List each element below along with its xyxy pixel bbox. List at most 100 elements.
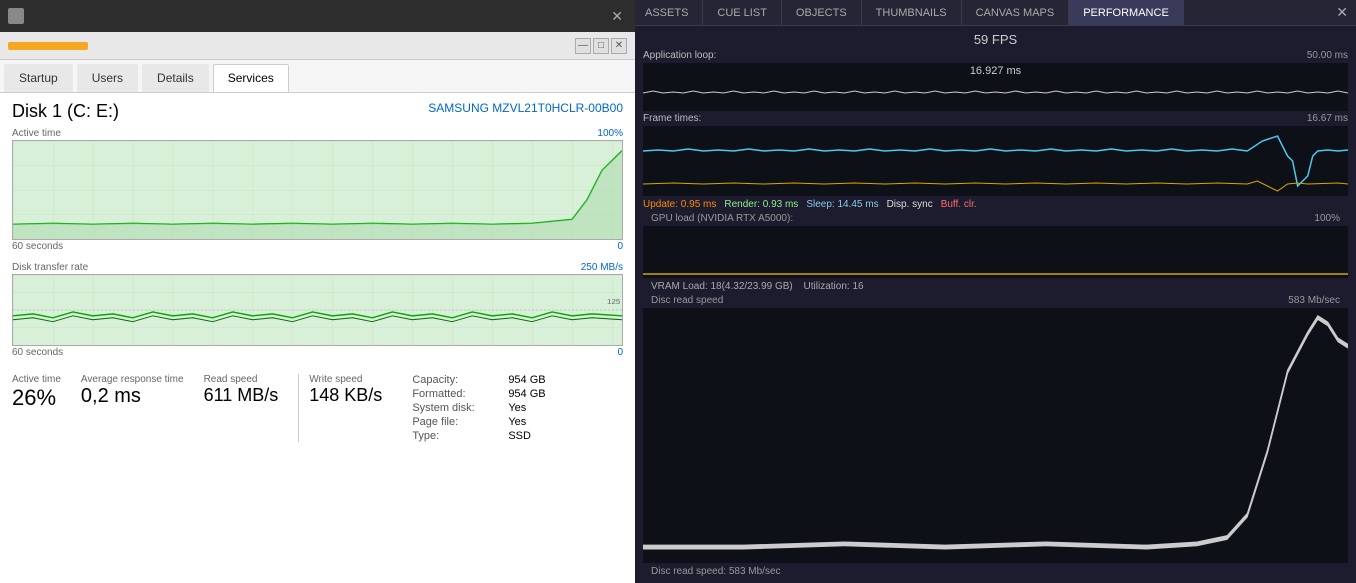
minimize-button[interactable]: — xyxy=(575,38,591,54)
type-row: Type: SSD xyxy=(412,430,545,442)
fps-display: 59 FPS xyxy=(635,30,1356,49)
avg-resp-value: 0,2 ms xyxy=(81,385,184,408)
right-panel-close[interactable]: ✕ xyxy=(1328,0,1356,25)
top-bar: — □ ✕ xyxy=(0,32,635,60)
app-loop-chart: 16.927 ms xyxy=(643,63,1348,111)
type-val: SSD xyxy=(508,430,531,442)
speed-divider xyxy=(298,374,299,442)
active-time-stat-label: Active time xyxy=(12,374,61,385)
timing-update: Update: 0.95 ms xyxy=(643,199,716,210)
active-time-chart xyxy=(12,140,623,240)
disc-section: Disc read speed 583 Mb/sec Disc read spe… xyxy=(635,294,1356,579)
svg-text:125 MB/s: 125 MB/s xyxy=(607,297,622,306)
transfer-rate-section: Disk transfer rate 250 MB/s xyxy=(12,262,623,364)
app-icon xyxy=(8,8,24,24)
timing-disp: Disp. sync xyxy=(887,199,933,210)
frame-times-chart xyxy=(643,126,1348,196)
vram-util: Utilization: 16 xyxy=(804,281,864,292)
disk-content: Disk 1 (C: E:) SAMSUNG MZVL21T0HCLR-00B0… xyxy=(0,93,635,583)
tab-objects[interactable]: OBJECTS xyxy=(782,0,862,25)
timing-sleep: Sleep: 14.45 ms xyxy=(806,199,878,210)
timing-buff: Buff. clr. xyxy=(941,199,977,210)
tab-cue-list[interactable]: CUE LIST xyxy=(703,0,782,25)
gpu-section: GPU load (NVIDIA RTX A5000): 100% xyxy=(635,212,1356,279)
active-time-label: Active time xyxy=(12,128,61,139)
stats-row: Active time 26% Average response time 0,… xyxy=(12,374,623,442)
transfer-label: Disk transfer rate xyxy=(12,262,88,273)
window-titlebar: ✕ xyxy=(0,0,635,32)
read-speed-label: Read speed xyxy=(204,374,279,385)
page-file-key: Page file: xyxy=(412,416,502,428)
active-time-range: 60 seconds xyxy=(12,241,63,252)
app-loop-right: 50.00 ms xyxy=(1307,50,1348,61)
active-time-stat-value: 26% xyxy=(12,385,61,411)
close-button[interactable]: ✕ xyxy=(611,38,627,54)
formatted-key: Formatted: xyxy=(412,388,502,400)
avg-resp-label: Average response time xyxy=(81,374,184,385)
tab-performance[interactable]: PERFORMANCE xyxy=(1069,0,1184,25)
detail-block: Capacity: 954 GB Formatted: 954 GB Syste… xyxy=(412,374,545,442)
transfer-header: Disk transfer rate 250 MB/s xyxy=(12,262,623,273)
left-panel: ✕ — □ ✕ Startup Users Details Services D… xyxy=(0,0,635,583)
vram-row: VRAM Load: 18(4.32/23.99 GB) Utilization… xyxy=(635,279,1356,294)
gpu-chart xyxy=(643,226,1348,278)
disc-header: Disc read speed 583 Mb/sec xyxy=(643,294,1348,307)
speed-block: Read speed 611 MB/s Write speed 148 KB/s xyxy=(204,374,393,442)
tab-assets[interactable]: ASSETS xyxy=(635,0,703,25)
frame-times-section: Frame times: 16.67 ms xyxy=(635,112,1356,197)
app-loop-header: Application loop: 50.00 ms xyxy=(643,49,1348,62)
active-time-section: Active time 100% xyxy=(12,128,623,258)
active-time-footer: 60 seconds 0 xyxy=(12,241,623,252)
frame-times-header: Frame times: 16.67 ms xyxy=(643,112,1348,125)
disk-model: SAMSUNG MZVL21T0HCLR-00B00 xyxy=(428,101,623,115)
disc-speed-label: Disc read speed: 583 Mb/sec xyxy=(643,564,1348,579)
gpu-right: 100% xyxy=(1314,213,1340,224)
formatted-val: 954 GB xyxy=(508,388,545,400)
tab-details[interactable]: Details xyxy=(142,64,209,92)
formatted-row: Formatted: 954 GB xyxy=(412,388,545,400)
top-tabs: ASSETS CUE LIST OBJECTS THUMBNAILS CANVA… xyxy=(635,0,1356,26)
titlebar-left xyxy=(8,8,24,24)
disc-chart xyxy=(643,308,1348,563)
tab-services[interactable]: Services xyxy=(213,64,289,92)
timing-row: Update: 0.95 ms Render: 0.93 ms Sleep: 1… xyxy=(635,197,1356,212)
transfer-max: 250 MB/s xyxy=(581,262,623,273)
avg-response-stat: Average response time 0,2 ms xyxy=(81,374,184,442)
gpu-label: GPU load (NVIDIA RTX A5000): xyxy=(651,213,793,224)
gpu-header: GPU load (NVIDIA RTX A5000): 100% xyxy=(643,212,1348,225)
transfer-val: 0 xyxy=(617,347,623,358)
capacity-val: 954 GB xyxy=(508,374,545,386)
system-disk-val: Yes xyxy=(508,402,526,414)
vram-label: VRAM Load: 18(4.32/23.99 GB) xyxy=(651,281,793,292)
perf-content: 59 FPS Application loop: 50.00 ms 16.927… xyxy=(635,26,1356,583)
page-file-val: Yes xyxy=(508,416,526,428)
system-disk-row: System disk: Yes xyxy=(412,402,545,414)
disc-right: 583 Mb/sec xyxy=(1288,295,1340,306)
write-speed-value: 148 KB/s xyxy=(309,385,382,406)
read-speed-item: Read speed 611 MB/s xyxy=(204,374,289,442)
transfer-range: 60 seconds xyxy=(12,347,63,358)
tab-startup[interactable]: Startup xyxy=(4,64,73,92)
active-time-val: 0 xyxy=(617,241,623,252)
tab-thumbnails[interactable]: THUMBNAILS xyxy=(862,0,962,25)
tab-bar: Startup Users Details Services xyxy=(0,60,635,93)
transfer-chart: 125 MB/s xyxy=(12,274,623,346)
system-disk-key: System disk: xyxy=(412,402,502,414)
capacity-row: Capacity: 954 GB xyxy=(412,374,545,386)
tab-canvas-maps[interactable]: CANVAS MAPS xyxy=(962,0,1070,25)
frame-times-label: Frame times: xyxy=(643,113,701,124)
disk-header: Disk 1 (C: E:) SAMSUNG MZVL21T0HCLR-00B0… xyxy=(12,101,623,122)
app-loop-section: Application loop: 50.00 ms 16.927 ms xyxy=(635,49,1356,112)
right-panel: ASSETS CUE LIST OBJECTS THUMBNAILS CANVA… xyxy=(635,0,1356,583)
disc-label: Disc read speed xyxy=(651,295,723,306)
maximize-button[interactable]: □ xyxy=(593,38,609,54)
window-controls[interactable]: — □ ✕ xyxy=(575,38,627,54)
disk-title: Disk 1 (C: E:) xyxy=(12,101,119,122)
active-time-header: Active time 100% xyxy=(12,128,623,139)
titlebar-close[interactable]: ✕ xyxy=(607,6,627,27)
type-key: Type: xyxy=(412,430,502,442)
frame-times-right: 16.67 ms xyxy=(1307,113,1348,124)
tab-users[interactable]: Users xyxy=(77,64,138,92)
active-time-max: 100% xyxy=(597,128,623,139)
capacity-key: Capacity: xyxy=(412,374,502,386)
